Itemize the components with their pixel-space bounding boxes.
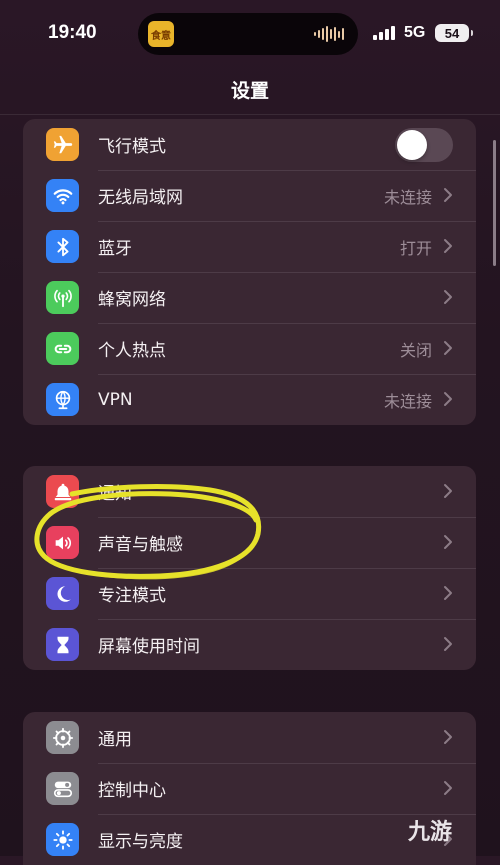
row-label: VPN [98, 389, 133, 410]
island-app-icon[interactable]: 食意 [148, 21, 174, 47]
row-label: 蓝牙 [98, 239, 132, 259]
speaker-icon [46, 526, 79, 559]
settings-row-airplane-mode[interactable]: 飞行模式 [23, 119, 476, 170]
status-time: 19:40 [48, 22, 97, 43]
row-value: 未连接 [383, 391, 432, 411]
row-value: 打开 [399, 238, 432, 258]
airplane-icon [46, 128, 79, 161]
row-label: 声音与触感 [98, 535, 183, 555]
chevron-right-icon [444, 392, 452, 406]
hotspot-icon [46, 332, 79, 365]
toggles-icon [46, 772, 79, 805]
settings-row-focus[interactable]: 专注模式 [23, 568, 476, 619]
network-type: 5G [404, 24, 426, 41]
settings-row-sounds-haptics[interactable]: 声音与触感 [23, 517, 476, 568]
audio-waveform-icon [314, 26, 344, 42]
row-label: 专注模式 [98, 586, 166, 606]
bell-icon [46, 475, 79, 508]
chevron-right-icon [444, 290, 452, 304]
settings-row-wifi[interactable]: 无线局域网 未连接 [23, 170, 476, 221]
row-label: 屏幕使用时间 [98, 637, 200, 657]
settings-row-vpn[interactable]: VPN 未连接 [23, 374, 476, 425]
settings-row-general[interactable]: 通用 [23, 712, 476, 763]
toggle-knob [397, 130, 427, 160]
chevron-right-icon [444, 781, 452, 795]
vpn-globe-icon [46, 383, 79, 416]
row-label: 无线局域网 [98, 188, 183, 208]
moon-icon [46, 577, 79, 610]
row-label: 通知 [98, 484, 132, 504]
battery-indicator: 54 [435, 24, 473, 42]
row-label: 蜂窝网络 [98, 290, 166, 310]
chevron-right-icon [444, 484, 452, 498]
row-label: 控制中心 [98, 781, 166, 801]
chevron-right-icon [444, 341, 452, 355]
settings-row-screen-time[interactable]: 屏幕使用时间 [23, 619, 476, 670]
bluetooth-icon [46, 230, 79, 263]
page-title: 设置 [230, 80, 269, 102]
settings-group-notifications: 通知 声音与触感 专注模式 屏幕使用时间 [23, 466, 476, 670]
chevron-right-icon [444, 637, 452, 651]
row-value: 未连接 [383, 187, 432, 207]
settings-group-connectivity: 飞行模式 无线局域网 未连接 蓝牙 打开 蜂窝网络 个人热点 关闭 VPN 未连… [23, 119, 476, 425]
cellular-signal-icon [373, 26, 395, 40]
status-bar: 19:40 食意 5G 54 [0, 0, 500, 70]
chevron-right-icon [444, 730, 452, 744]
watermark-logo: 九游 [408, 820, 453, 845]
row-label: 个人热点 [98, 341, 166, 361]
row-value: 关闭 [399, 340, 432, 360]
dynamic-island[interactable]: 食意 [138, 13, 358, 55]
settings-row-control-center[interactable]: 控制中心 [23, 763, 476, 814]
settings-row-bluetooth[interactable]: 蓝牙 打开 [23, 221, 476, 272]
sun-icon [46, 823, 79, 856]
scrollbar[interactable] [493, 140, 496, 266]
header-divider [0, 114, 500, 115]
chevron-right-icon [444, 188, 452, 202]
gear-icon [46, 721, 79, 754]
chevron-right-icon [444, 239, 452, 253]
row-label: 显示与亮度 [98, 832, 183, 852]
airplane-mode-toggle[interactable] [395, 128, 453, 162]
chevron-right-icon [444, 535, 452, 549]
chevron-right-icon [444, 586, 452, 600]
settings-row-cellular[interactable]: 蜂窝网络 [23, 272, 476, 323]
wifi-icon [46, 179, 79, 212]
settings-row-personal-hotspot[interactable]: 个人热点 关闭 [23, 323, 476, 374]
row-label: 飞行模式 [98, 137, 166, 157]
settings-row-notifications[interactable]: 通知 [23, 466, 476, 517]
cellular-icon [46, 281, 79, 314]
row-label: 通用 [98, 730, 132, 750]
hourglass-icon [46, 628, 79, 661]
